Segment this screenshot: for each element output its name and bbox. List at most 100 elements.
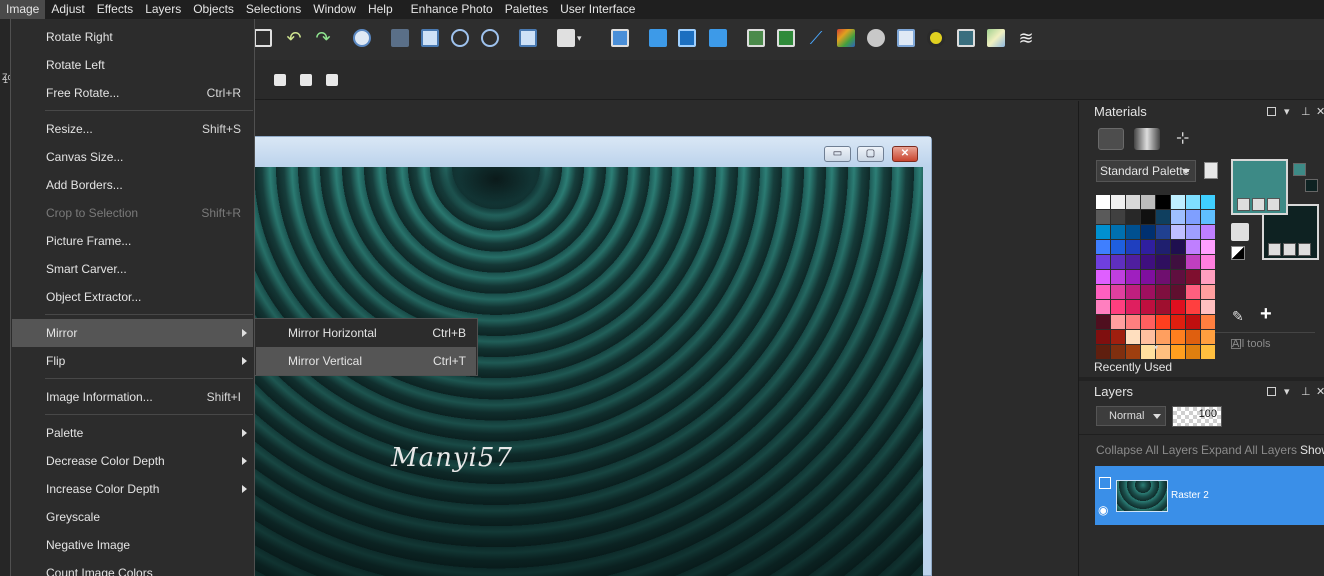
tab-swatches[interactable]: [1098, 128, 1124, 150]
color-swatch[interactable]: [1156, 240, 1170, 254]
color-swatch[interactable]: [1111, 225, 1125, 239]
menu-item-rotate-right[interactable]: Rotate Right: [12, 23, 253, 51]
color-swatch[interactable]: [1141, 345, 1155, 359]
tab-rainbow[interactable]: [1134, 128, 1160, 150]
close-panel-icon[interactable]: ✕: [1316, 381, 1324, 403]
color-swatch[interactable]: [1141, 240, 1155, 254]
menu-window[interactable]: Window: [307, 0, 362, 19]
color-swatch[interactable]: [1186, 315, 1200, 329]
color-swatch[interactable]: [1186, 195, 1200, 209]
expand-all-layers-button[interactable]: Expand All Layers: [1201, 443, 1297, 457]
color-swatch[interactable]: [1096, 345, 1110, 359]
picture-icon[interactable]: [777, 29, 795, 47]
menu-user-interface[interactable]: User Interface: [554, 0, 641, 19]
color-swatch[interactable]: [1186, 345, 1200, 359]
tab-sliders[interactable]: ⊹: [1170, 128, 1196, 150]
menu-objects[interactable]: Objects: [187, 0, 240, 19]
color-swatch[interactable]: [1186, 285, 1200, 299]
gradient-icon[interactable]: [987, 29, 1005, 47]
resize-icon[interactable]: [391, 29, 409, 47]
eye-icon[interactable]: ◉: [1098, 503, 1108, 517]
lens-icon[interactable]: [927, 29, 945, 47]
color-swatch[interactable]: [1186, 255, 1200, 269]
color-swatch[interactable]: [1096, 210, 1110, 224]
color-swatch[interactable]: [1156, 330, 1170, 344]
color-swatch[interactable]: [1096, 315, 1110, 329]
color-swatch[interactable]: [1201, 345, 1215, 359]
image-icon[interactable]: [747, 29, 765, 47]
color-swatch[interactable]: [1126, 210, 1140, 224]
portrait-icon[interactable]: [897, 29, 915, 47]
paste-icon[interactable]: [557, 29, 575, 47]
menu-item-palette[interactable]: Palette: [12, 419, 253, 447]
restore-icon[interactable]: [1267, 387, 1276, 396]
color-swatch[interactable]: [1156, 300, 1170, 314]
color-swatch[interactable]: [1171, 270, 1185, 284]
color-swatch[interactable]: [1156, 210, 1170, 224]
texture-icon[interactable]: [1283, 243, 1296, 256]
sphere-icon[interactable]: [867, 29, 885, 47]
color-swatch[interactable]: [1111, 255, 1125, 269]
color-swatch[interactable]: [1096, 300, 1110, 314]
color-swatch[interactable]: [1111, 270, 1125, 284]
color-swatch[interactable]: [1096, 330, 1110, 344]
menu-item-decrease-color-depth[interactable]: Decrease Color Depth: [12, 447, 253, 475]
wave-icon[interactable]: ≋: [1017, 29, 1035, 47]
pin-icon[interactable]: ⊥: [1301, 381, 1311, 403]
color-swatch[interactable]: [1201, 210, 1215, 224]
color-swatch[interactable]: [1186, 270, 1200, 284]
menu-selections[interactable]: Selections: [240, 0, 307, 19]
close-panel-icon[interactable]: ✕: [1316, 101, 1324, 123]
color-swatch[interactable]: [1171, 195, 1185, 209]
color-swatch[interactable]: [1156, 270, 1170, 284]
add-icon[interactable]: +: [1260, 303, 1272, 326]
menu-item-free-rotate[interactable]: Free Rotate... Ctrl+R: [12, 79, 253, 107]
palette-select[interactable]: Standard Palette: [1096, 160, 1196, 182]
menu-item-resize[interactable]: Resize... Shift+S: [12, 115, 253, 143]
color-swatch[interactable]: [1171, 255, 1185, 269]
color-swatch[interactable]: [1201, 300, 1215, 314]
color-swatch[interactable]: [1171, 240, 1185, 254]
menu-caret-icon[interactable]: ▾: [1284, 101, 1290, 123]
color-swatch[interactable]: [1126, 285, 1140, 299]
menu-item-canvas-size[interactable]: Canvas Size...: [12, 143, 253, 171]
close-button[interactable]: ✕: [892, 146, 918, 162]
color-swatch[interactable]: [1141, 285, 1155, 299]
fit-window-icon[interactable]: [421, 29, 439, 47]
color-swatch[interactable]: [1156, 255, 1170, 269]
color-swatch[interactable]: [1111, 345, 1125, 359]
opacity-field[interactable]: 100: [1172, 406, 1222, 427]
zoom-out-icon[interactable]: [451, 29, 469, 47]
color-swatch[interactable]: [1201, 315, 1215, 329]
color-swatch[interactable]: [1201, 225, 1215, 239]
document-icon[interactable]: [1204, 162, 1218, 179]
checker-icon[interactable]: [1267, 198, 1280, 211]
color-swatch[interactable]: [1171, 225, 1185, 239]
menu-item-count-image-colors[interactable]: Count Image Colors: [12, 559, 253, 576]
monitor-icon[interactable]: [957, 29, 975, 47]
color-swatch[interactable]: [1186, 210, 1200, 224]
style-icon[interactable]: [1268, 243, 1281, 256]
color-swatch[interactable]: [1096, 195, 1110, 209]
color-swatch[interactable]: [1126, 195, 1140, 209]
menu-adjust[interactable]: Adjust: [45, 0, 90, 19]
color-swatch[interactable]: [1201, 285, 1215, 299]
info-icon[interactable]: [353, 29, 371, 47]
texture-icon[interactable]: [1252, 198, 1265, 211]
menu-item-add-borders[interactable]: Add Borders...: [12, 171, 253, 199]
color-icon[interactable]: [837, 29, 855, 47]
menu-item-flip[interactable]: Flip: [12, 347, 253, 375]
color-swatch[interactable]: [1141, 210, 1155, 224]
show-button[interactable]: Show: [1300, 443, 1324, 457]
color-swatch[interactable]: [1111, 210, 1125, 224]
color-swatch[interactable]: [1156, 315, 1170, 329]
menu-item-greyscale[interactable]: Greyscale: [12, 503, 253, 531]
color-swatch[interactable]: [1201, 330, 1215, 344]
menu-item-object-extractor[interactable]: Object Extractor...: [12, 283, 253, 311]
collapse-all-layers-button[interactable]: Collapse All Layers: [1096, 443, 1198, 457]
color-swatch[interactable]: [1126, 225, 1140, 239]
dice-icon[interactable]: [300, 74, 312, 86]
menu-layers[interactable]: Layers: [139, 0, 187, 19]
color-swatch[interactable]: [1141, 330, 1155, 344]
paste-dropdown-icon[interactable]: ▾: [577, 29, 587, 47]
